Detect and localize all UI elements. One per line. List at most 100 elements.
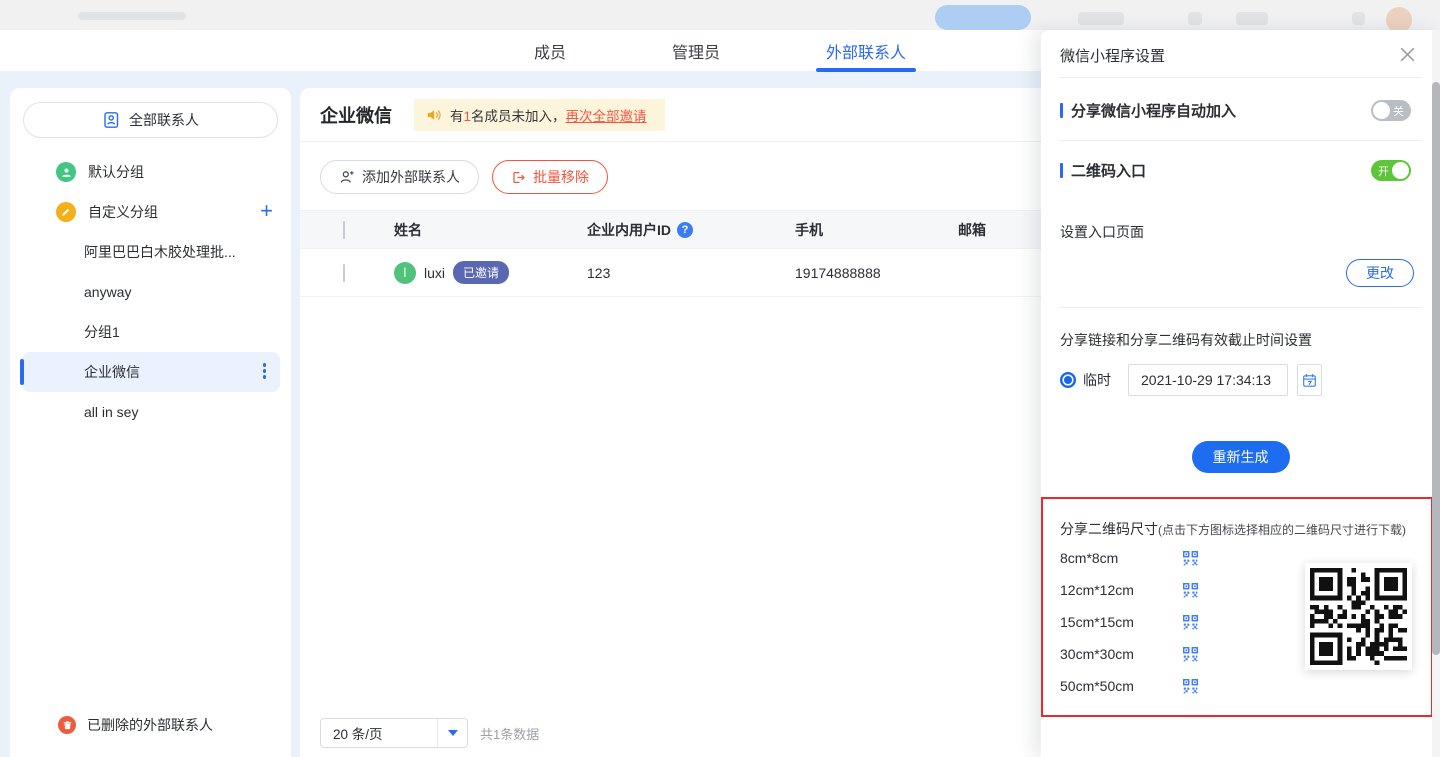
- regenerate-button[interactable]: 重新生成: [1192, 441, 1290, 473]
- add-group-icon[interactable]: +: [260, 200, 273, 222]
- tab-admins[interactable]: 管理员: [662, 30, 730, 72]
- cell-userid: 123: [587, 265, 795, 281]
- browser-chrome-strip: [0, 0, 1440, 30]
- sidebar-item-deleted-contacts[interactable]: 已删除的外部联系人: [10, 705, 291, 745]
- qr-download-icon[interactable]: [1183, 583, 1198, 598]
- close-icon[interactable]: [1396, 43, 1418, 65]
- all-contacts-button[interactable]: 全部联系人: [23, 102, 278, 138]
- qr-entry-toggle[interactable]: 开: [1371, 160, 1411, 181]
- expiry-section-label: 分享链接和分享二维码有效截止时间设置: [1060, 330, 1312, 350]
- qr-size-row: 8cm*8cm: [1060, 549, 1198, 567]
- sidebar-item-custom-group[interactable]: 自定义分组 +: [10, 192, 291, 232]
- qr-size-section-title: 分享二维码尺寸(点击下方图标选择相应的二维码尺寸进行下载): [1060, 519, 1406, 539]
- group-label: anyway: [84, 284, 131, 300]
- group-label: 分组1: [84, 322, 120, 342]
- group-label: all in sey: [84, 404, 138, 420]
- total-count: 共1条数据: [480, 724, 539, 743]
- qr-size-label: 30cm*30cm: [1060, 646, 1183, 662]
- group-label: 企业微信: [84, 362, 140, 382]
- table-row: l luxi 已邀请 123 19174888888: [300, 249, 1041, 297]
- group-menu-icon[interactable]: [263, 363, 267, 379]
- toggle-state-label: 开: [1378, 163, 1389, 179]
- add-external-contact-button[interactable]: 添加外部联系人: [320, 160, 479, 194]
- column-header-name: 姓名: [394, 220, 587, 240]
- sidebar-item-label: 已删除的外部联系人: [87, 715, 213, 735]
- all-contacts-label: 全部联系人: [129, 110, 199, 130]
- contacts-book-icon: [102, 111, 120, 129]
- sidebar-item-group[interactable]: all in sey: [22, 392, 280, 432]
- select-all-checkbox[interactable]: [343, 221, 345, 239]
- datetime-value: 2021-10-29 17:34:13: [1141, 372, 1271, 388]
- qr-download-icon[interactable]: [1183, 551, 1198, 566]
- ghost-icon: [1188, 12, 1202, 25]
- change-entry-page-button[interactable]: 更改: [1346, 259, 1414, 287]
- pagination: 20 条/页 共1条数据: [320, 718, 539, 748]
- qr-download-icon[interactable]: [1183, 679, 1198, 694]
- batch-remove-button[interactable]: 批量移除: [492, 160, 608, 194]
- qr-size-row: 30cm*30cm: [1060, 645, 1198, 663]
- auto-join-setting: 分享微信小程序自动加入 关: [1060, 94, 1411, 126]
- sidebar-item-label: 默认分组: [88, 162, 144, 182]
- help-icon[interactable]: ?: [677, 222, 693, 238]
- setting-label: 分享微信小程序自动加入: [1071, 100, 1236, 121]
- section-marker: [1060, 163, 1063, 178]
- invited-badge: 已邀请: [453, 261, 509, 284]
- wechat-miniprogram-settings-panel: 微信小程序设置 分享微信小程序自动加入 关 二维码入口 开 设置入口页面 更改 …: [1041, 30, 1440, 757]
- toolbar: 添加外部联系人 批量移除: [320, 160, 608, 194]
- qr-size-label: 15cm*15cm: [1060, 614, 1183, 630]
- setting-label: 二维码入口: [1071, 160, 1146, 181]
- divider: [1060, 307, 1422, 308]
- active-tab-underline: [816, 68, 916, 72]
- avatar: l: [394, 262, 416, 284]
- sidebar-item-default-group[interactable]: 默认分组: [10, 152, 291, 192]
- group-label: 阿里巴巴白木胶处理批...: [84, 242, 236, 262]
- scrollbar-thumb[interactable]: [1432, 82, 1440, 655]
- divider: [1060, 140, 1422, 141]
- remove-export-icon: [511, 170, 526, 185]
- tab-label: 管理员: [672, 39, 720, 63]
- sidebar-item-group[interactable]: 分组1: [22, 312, 280, 352]
- qr-code-image: [1305, 563, 1412, 670]
- ghost-primary-button: [935, 5, 1031, 30]
- qr-download-icon[interactable]: [1183, 647, 1198, 662]
- notice-text: 有1名成员未加入，再次全部邀请: [450, 105, 647, 125]
- qr-size-row: 15cm*15cm: [1060, 613, 1198, 631]
- cell-phone: 19174888888: [795, 265, 958, 281]
- section-marker: [1060, 103, 1063, 118]
- tab-external-contacts[interactable]: 外部联系人: [816, 30, 916, 72]
- row-checkbox[interactable]: [343, 264, 345, 282]
- page-size-value: 20 条/页: [321, 723, 437, 743]
- auto-join-toggle[interactable]: 关: [1371, 100, 1411, 121]
- page-title: 企业微信: [320, 102, 392, 128]
- column-header-phone: 手机: [795, 220, 958, 240]
- sidebar-item-group[interactable]: 阿里巴巴白木胶处理批...: [22, 232, 280, 272]
- qr-size-label: 50cm*50cm: [1060, 678, 1183, 694]
- sidebar-item-group-selected[interactable]: 企业微信: [22, 352, 280, 392]
- panel-scrollbar[interactable]: [1432, 30, 1440, 757]
- toggle-knob: [1392, 162, 1409, 179]
- column-header-email: 邮箱: [958, 220, 1041, 240]
- qr-size-row: 12cm*12cm: [1060, 581, 1198, 599]
- invite-notice-bar: 有1名成员未加入，再次全部邀请: [414, 99, 665, 131]
- expiry-datetime-input[interactable]: 2021-10-29 17:34:13: [1128, 364, 1288, 396]
- page-size-select[interactable]: 20 条/页: [320, 718, 468, 748]
- sidebar-item-group[interactable]: anyway: [22, 272, 280, 312]
- radio-selected-icon[interactable]: [1060, 372, 1076, 388]
- qr-download-icon[interactable]: [1183, 615, 1198, 630]
- tab-members[interactable]: 成员: [524, 30, 576, 72]
- qr-size-label: 8cm*8cm: [1060, 550, 1183, 566]
- ghost-icon: [1352, 12, 1365, 25]
- calendar-icon[interactable]: [1297, 364, 1322, 396]
- reinvite-all-link[interactable]: 再次全部邀请: [566, 109, 647, 124]
- toggle-knob: [1373, 102, 1390, 119]
- column-header-userid: 企业内用户ID: [587, 220, 671, 240]
- entry-page-label: 设置入口页面: [1060, 222, 1144, 242]
- person-icon: [56, 162, 76, 182]
- trash-icon: [58, 716, 76, 734]
- qr-size-row: 50cm*50cm: [1060, 677, 1198, 695]
- person-add-icon: [339, 169, 355, 185]
- qr-entry-setting: 二维码入口 开: [1060, 154, 1411, 186]
- ghost-text: [78, 12, 186, 20]
- qr-size-list: 8cm*8cm 12cm*12cm 15cm*15cm 30cm*30cm 50…: [1060, 549, 1198, 695]
- megaphone-icon: [426, 107, 442, 123]
